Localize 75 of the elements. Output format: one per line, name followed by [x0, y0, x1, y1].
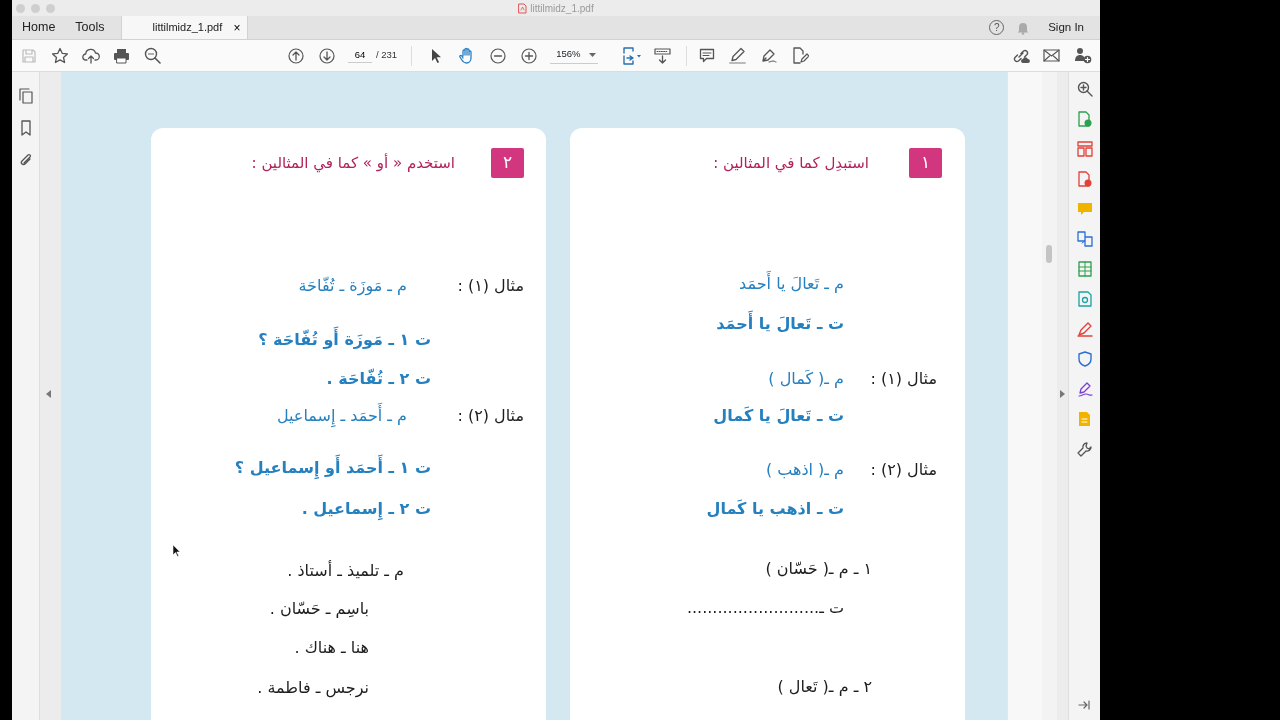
- combine-files-icon[interactable]: [1076, 231, 1093, 247]
- sentence-line: م ـ( اذهب ): [765, 459, 844, 481]
- pointer-icon[interactable]: [429, 47, 442, 64]
- tab-label: littilmidz_1.pdf: [152, 20, 223, 36]
- zoom-out-icon[interactable]: [489, 47, 506, 64]
- sentence-line: م ـ( كَمال ): [768, 368, 844, 390]
- example-label: مثال (٢) :: [869, 459, 937, 481]
- printer-icon[interactable]: [113, 47, 130, 64]
- document-icon[interactable]: [1076, 111, 1093, 127]
- hand-icon[interactable]: [458, 47, 475, 64]
- bookmark-icon[interactable]: [19, 120, 32, 136]
- document-edit-icon[interactable]: [790, 47, 809, 64]
- pages-icon[interactable]: [18, 88, 33, 104]
- layout-icon[interactable]: [1076, 141, 1093, 157]
- cloud-upload-icon[interactable]: [81, 47, 100, 64]
- spreadsheet-icon[interactable]: [1076, 261, 1093, 277]
- exercise-title: استخدم « أو » كما في المثالين :: [251, 152, 455, 175]
- exercise-title: استبدِل كما في المثالين :: [713, 152, 869, 175]
- comment-icon[interactable]: [698, 47, 715, 64]
- gear-document-icon[interactable]: [1076, 291, 1093, 307]
- sign-in-link[interactable]: Sign In: [1048, 18, 1084, 37]
- sentence-line: ت ١ ـ أَحمَد أَو إِسماعيل ؟: [234, 456, 431, 480]
- highlighter-icon[interactable]: [729, 47, 747, 64]
- sentence-line: ت ـ تَعالَ يا كَمال: [713, 405, 844, 427]
- collapse-left-icon[interactable]: [46, 390, 51, 398]
- signature-pen-icon[interactable]: [1076, 381, 1093, 397]
- paperclip-icon[interactable]: [18, 152, 33, 168]
- fill-in-line: ت ـ..........................: [686, 597, 844, 619]
- search-icon[interactable]: [144, 47, 161, 64]
- example-label: مثال (١) :: [456, 275, 524, 297]
- star-icon[interactable]: [50, 47, 69, 64]
- scroll-mode-icon[interactable]: [654, 47, 672, 64]
- zoom-dropdown[interactable]: 156%: [550, 47, 599, 64]
- exercise-number: ١: [909, 148, 942, 178]
- sentence-line: ٢ ـ م ـ( تَعال ): [777, 676, 872, 698]
- exercise-number: ٢: [491, 148, 524, 178]
- document-icon[interactable]: [1076, 171, 1093, 187]
- link-icon[interactable]: [1011, 47, 1030, 64]
- fit-page-icon[interactable]: [621, 46, 642, 65]
- sentence-line: ت ـ تَعالَ يا أَحمَد: [716, 312, 844, 336]
- sentence-line: ت ١ ـ مَوزَة أَو تُفّاحَة ؟: [258, 328, 431, 352]
- zoom-in-icon[interactable]: [520, 47, 537, 64]
- caret-icon: [589, 52, 597, 57]
- example-label: مثال (١) :: [869, 368, 937, 390]
- sentence-line: باسِم ـ حَسّان .: [269, 598, 369, 620]
- close-tab-button[interactable]: ×: [233, 18, 241, 37]
- mouse-pointer-icon: [172, 544, 181, 557]
- sentence-line: ت ـ اذهب يا كَمال: [706, 498, 844, 520]
- mail-icon[interactable]: [1043, 49, 1060, 62]
- window-title: littilmidz_1.pdf: [530, 1, 594, 16]
- sentence-line: م ـ تلميذ ـ أستاذ .: [287, 559, 404, 582]
- add-person-icon[interactable]: [1073, 47, 1092, 64]
- sentence-line: هنا ـ هناك .: [294, 637, 369, 659]
- page-number-field[interactable]: 64: [348, 47, 372, 64]
- zoom-search-icon[interactable]: [1076, 81, 1093, 97]
- sentence-line: م ـ مَوزَة ـ تُفّاحَة: [298, 275, 407, 298]
- page-total: / 231: [376, 48, 398, 63]
- sentence-line: م ـ تَعالَ يا أَحمَد: [739, 272, 844, 296]
- sentence-line: ت ٢ ـ إِسماعيل .: [301, 498, 431, 521]
- collapse-right-icon[interactable]: [1060, 390, 1065, 398]
- pen-icon[interactable]: [1076, 321, 1093, 337]
- nav-tab[interactable]: Home: [12, 16, 66, 39]
- sentence-line: نرجس ـ فاطمة .: [257, 677, 369, 700]
- collapse-panel-icon[interactable]: [1078, 700, 1090, 710]
- sentence-line: م ـ أَحمَد ـ إِسماعيل: [276, 404, 407, 428]
- pen-nib-icon[interactable]: [760, 47, 778, 64]
- sentence-line: ١ ـ م ـ( حَسّان ): [765, 558, 872, 580]
- shield-icon[interactable]: [1076, 351, 1093, 367]
- nav-tab[interactable]: Tools: [65, 16, 115, 39]
- example-label: مثال (٢) :: [456, 405, 524, 427]
- document-tab[interactable]: littilmidz_1.pdf ×: [120, 16, 248, 39]
- wrench-icon[interactable]: [1076, 441, 1093, 457]
- pdf-file-icon: [518, 2, 528, 14]
- sentence-line: ت ٢ ـ تُفّاحَة .: [326, 367, 431, 390]
- scrollbar-thumb[interactable]: [1046, 245, 1052, 263]
